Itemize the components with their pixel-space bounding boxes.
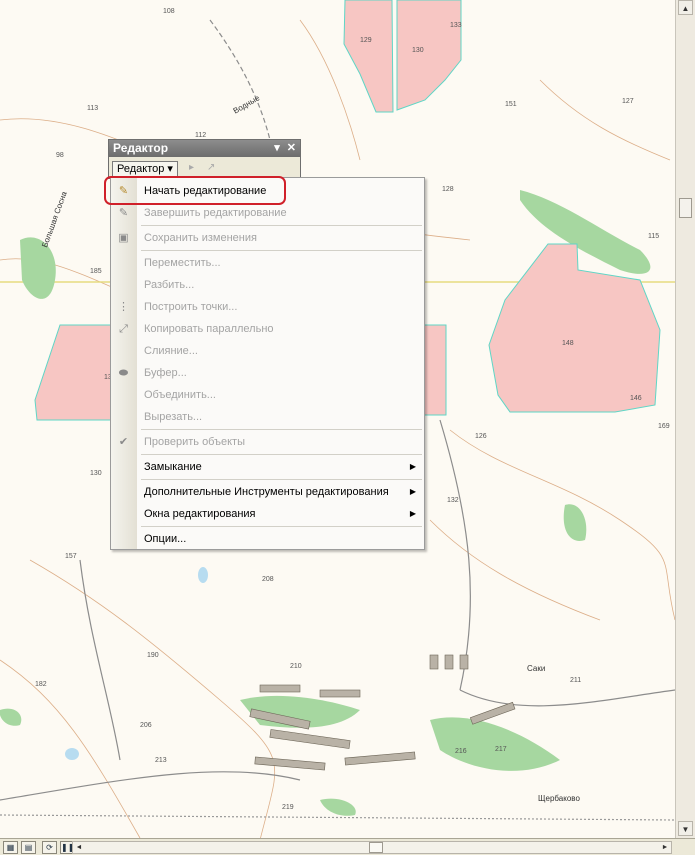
- copy-parallel-icon: ⤢: [119, 323, 128, 335]
- map-number: 182: [35, 681, 47, 688]
- map-number: 185: [90, 268, 102, 275]
- vertical-scrollbar[interactable]: ▲ ▼: [675, 0, 695, 838]
- menu-item-options[interactable]: Опции...: [111, 529, 424, 549]
- menu-item-copy-parallel[interactable]: ⤢ Копировать параллельно: [111, 319, 424, 339]
- sketch-tool-icon[interactable]: ↗: [207, 162, 215, 173]
- editor-titlebar[interactable]: Редактор ▾ ✕: [109, 140, 300, 157]
- map-number: 208: [262, 576, 274, 583]
- scroll-down-button[interactable]: ▼: [678, 821, 693, 836]
- submenu-arrow-icon: ▶: [409, 509, 416, 518]
- refresh-icon[interactable]: ⟳: [42, 840, 57, 854]
- validate-features-icon: ✔: [118, 436, 129, 448]
- map-number: 157: [65, 553, 77, 560]
- place-label: Саки: [527, 664, 546, 673]
- menu-item-union[interactable]: Объединить...: [111, 385, 424, 405]
- bottom-toolbar: ▦ ▤ ⟳ ❚❚ ◄ ►: [0, 838, 695, 855]
- menu-separator: [141, 526, 422, 527]
- map-number: 133: [450, 22, 462, 29]
- editor-dropdown-menu: ✎ Начать редактирование ✎ Завершить реда…: [110, 177, 425, 550]
- menu-separator: [141, 250, 422, 251]
- map-number: 98: [56, 152, 64, 159]
- map-number: 146: [630, 395, 642, 402]
- menu-item-label: Завершить редактирование: [144, 207, 287, 219]
- scroll-left-button[interactable]: ◄: [73, 842, 85, 853]
- map-number: 213: [155, 757, 167, 764]
- menu-item-label: Замыкание: [144, 461, 202, 473]
- close-icon[interactable]: ✕: [287, 142, 296, 154]
- map-number: 151: [505, 101, 517, 108]
- menu-separator: [141, 225, 422, 226]
- map-number: 210: [290, 663, 302, 670]
- parcel-label: 130: [412, 47, 424, 54]
- menu-item-move[interactable]: Переместить...: [111, 253, 424, 273]
- map-number: 126: [475, 433, 487, 440]
- scroll-right-button[interactable]: ►: [659, 842, 671, 853]
- save-icon: ▣: [118, 232, 129, 244]
- map-number: 219: [282, 804, 294, 811]
- menu-item-label: Вырезать...: [144, 411, 203, 423]
- menu-item-label: Построить точки...: [144, 301, 238, 313]
- map-number: 127: [622, 98, 634, 105]
- menu-separator: [141, 479, 422, 480]
- map-number: 190: [147, 652, 159, 659]
- editor-toolbar: Редактор ▾ ✕ Редактор ▾ ▸ ↗: [108, 139, 301, 179]
- menu-item-buffer[interactable]: ⬬ Буфер...: [111, 363, 424, 383]
- map-number: 112: [195, 132, 207, 139]
- menu-item-label: Сохранить изменения: [144, 232, 257, 244]
- menu-item-label: Окна редактирования: [144, 508, 256, 520]
- map-number: 169: [658, 423, 670, 430]
- scroll-up-button[interactable]: ▲: [678, 0, 693, 15]
- water: [65, 567, 208, 760]
- map-number: 132: [447, 497, 459, 504]
- menu-item-label: Объединить...: [144, 389, 216, 401]
- annotation-highlight: [104, 176, 286, 205]
- map-number: 128: [442, 186, 454, 193]
- map-number: 216: [455, 748, 467, 755]
- menu-item-validate[interactable]: ✔ Проверить объекты: [111, 432, 424, 452]
- menu-item-clip[interactable]: Вырезать...: [111, 407, 424, 427]
- menu-item-snapping[interactable]: Замыкание ▶: [111, 457, 424, 477]
- horizontal-scrollbar[interactable]: ◄ ►: [72, 841, 672, 854]
- map-number: 108: [163, 8, 175, 15]
- parcel-label: 148: [562, 340, 574, 347]
- menu-item-label: Дополнительные Инструменты редактировани…: [144, 486, 389, 498]
- construct-points-icon: ⋮: [118, 301, 129, 313]
- data-view-icon[interactable]: ▦: [3, 840, 18, 854]
- buffer-icon: ⬬: [118, 367, 129, 379]
- horizontal-scroll-thumb[interactable]: [369, 842, 383, 853]
- place-label: Щербаково: [538, 794, 580, 803]
- map-number: 211: [570, 677, 582, 684]
- menu-separator: [141, 454, 422, 455]
- stop-editing-icon: ✎: [118, 207, 129, 219]
- layout-view-icon[interactable]: ▤: [21, 840, 36, 854]
- menu-item-label: Переместить...: [144, 257, 221, 269]
- menu-item-more-tools[interactable]: Дополнительные Инструменты редактировани…: [111, 482, 424, 502]
- menu-item-label: Разбить...: [144, 279, 195, 291]
- map-number: 130: [90, 470, 102, 477]
- menu-item-save-edits[interactable]: ▣ Сохранить изменения: [111, 228, 424, 248]
- menu-item-merge[interactable]: Слияние...: [111, 341, 424, 361]
- submenu-arrow-icon: ▶: [409, 487, 416, 496]
- menu-item-label: Опции...: [144, 533, 187, 545]
- edit-tool-icon[interactable]: ▸: [189, 162, 194, 173]
- editor-title-text: Редактор: [113, 141, 169, 155]
- parcel-label: 129: [360, 37, 372, 44]
- menu-separator: [141, 429, 422, 430]
- map-number: 217: [495, 746, 507, 753]
- map-number: 206: [140, 722, 152, 729]
- menu-item-split[interactable]: Разбить...: [111, 275, 424, 295]
- menu-item-label: Буфер...: [144, 367, 187, 379]
- map-number: 115: [648, 233, 660, 240]
- menu-item-edit-windows[interactable]: Окна редактирования ▶: [111, 504, 424, 524]
- vertical-scroll-thumb[interactable]: [679, 198, 692, 218]
- submenu-arrow-icon: ▶: [409, 462, 416, 471]
- menu-item-label: Проверить объекты: [144, 436, 245, 448]
- dropdown-arrow-icon[interactable]: ▾: [274, 142, 280, 154]
- menu-item-label: Слияние...: [144, 345, 198, 357]
- menu-item-construct-points[interactable]: ⋮ Построить точки...: [111, 297, 424, 317]
- menu-item-label: Копировать параллельно: [144, 323, 274, 335]
- map-number: 113: [87, 105, 99, 112]
- menu-item-stop-editing[interactable]: ✎ Завершить редактирование: [111, 203, 424, 223]
